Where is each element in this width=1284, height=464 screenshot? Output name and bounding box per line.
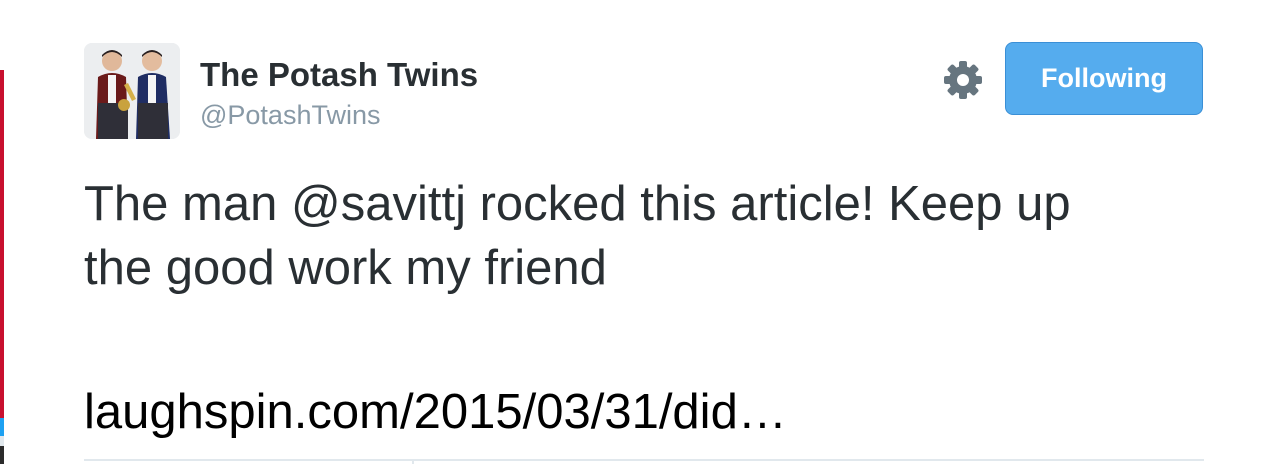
- tweet-text-line: The man @savittj rocked this article! Ke…: [84, 177, 1071, 231]
- divider-notch: [412, 459, 414, 464]
- gear-icon[interactable]: [942, 59, 984, 101]
- article-link[interactable]: laughspin.com/2015/03/31/did…: [84, 380, 787, 444]
- following-button[interactable]: Following: [1005, 42, 1203, 115]
- screen-name[interactable]: @PotashTwins: [200, 98, 380, 132]
- tweet-text: The man @savittj rocked this article! Ke…: [84, 172, 1224, 300]
- display-name[interactable]: The Potash Twins: [200, 55, 478, 95]
- twins-photo-icon: [84, 43, 180, 139]
- avatar[interactable]: [84, 43, 180, 139]
- window-edge: [0, 0, 4, 464]
- tweet-text-line: the good work my friend: [84, 241, 607, 295]
- divider: [84, 459, 1204, 461]
